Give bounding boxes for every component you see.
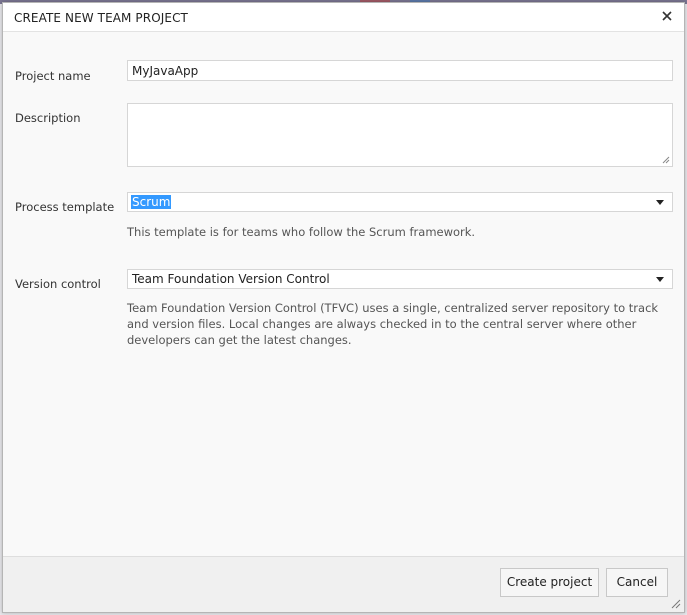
description-textarea[interactable]	[127, 103, 673, 167]
create-team-project-dialog: CREATE NEW TEAM PROJECT Project name MyJ…	[2, 2, 685, 613]
project-name-label: Project name	[15, 69, 91, 83]
textarea-resize-grip-icon[interactable]	[662, 156, 670, 164]
dialog-title: CREATE NEW TEAM PROJECT	[14, 11, 188, 25]
create-project-button[interactable]: Create project	[500, 568, 599, 597]
process-template-select[interactable]: Scrum	[127, 192, 673, 212]
description-label: Description	[15, 111, 81, 125]
dialog-footer: Create project Cancel	[3, 556, 684, 612]
process-template-label: Process template	[15, 200, 115, 214]
close-icon[interactable]	[660, 9, 674, 23]
dialog-titlebar: CREATE NEW TEAM PROJECT	[3, 3, 684, 32]
chevron-down-icon[interactable]	[656, 200, 664, 205]
version-control-value: Team Foundation Version Control	[132, 272, 330, 286]
dialog-resize-grip-icon[interactable]	[671, 599, 681, 609]
project-name-input[interactable]: MyJavaApp	[127, 60, 673, 81]
cancel-button[interactable]: Cancel	[606, 568, 668, 597]
chevron-down-icon[interactable]	[656, 277, 664, 282]
version-control-label: Version control	[15, 277, 101, 291]
process-template-help: This template is for teams who follow th…	[127, 225, 476, 239]
process-template-value: Scrum	[131, 195, 172, 209]
version-control-select[interactable]: Team Foundation Version Control	[127, 269, 673, 289]
version-control-help: Team Foundation Version Control (TFVC) u…	[127, 301, 659, 347]
